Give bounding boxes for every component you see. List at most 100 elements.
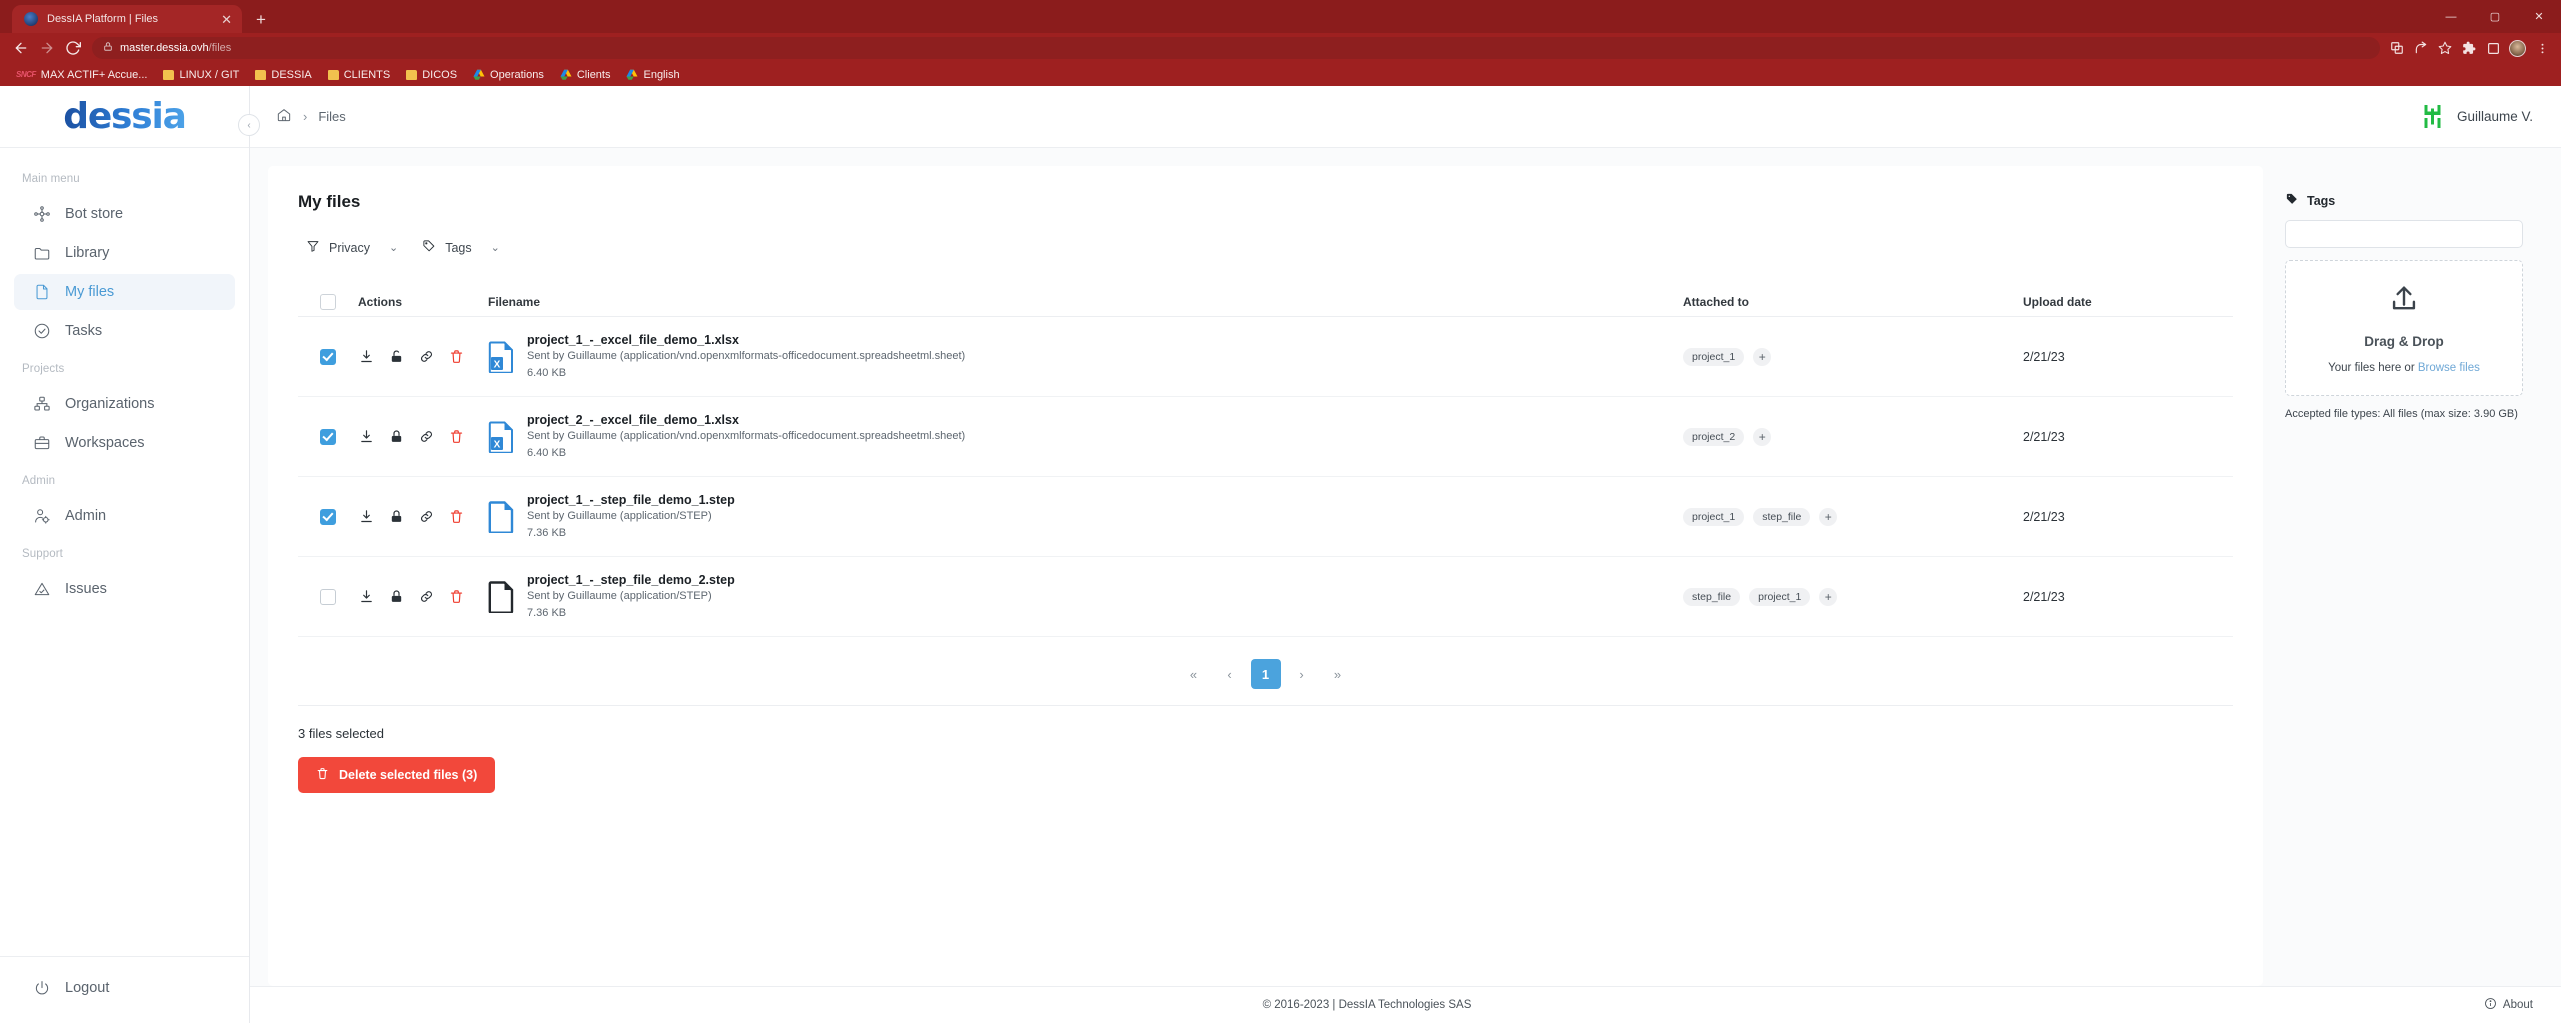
column-header-upload-date: Upload date (2023, 294, 2092, 309)
unlock-icon[interactable] (388, 348, 405, 365)
bookmark-star-icon[interactable] (2434, 37, 2456, 59)
file-name[interactable]: project_1_-_step_file_demo_2.step (527, 572, 735, 589)
tag-chip[interactable]: project_1 (1683, 347, 1745, 366)
bookmark-item[interactable]: CLIENTS (320, 67, 398, 83)
tag-chip[interactable]: step_file (1683, 587, 1741, 606)
file-name[interactable]: project_1_-_excel_file_demo_1.xlsx (527, 332, 965, 349)
pagination-prev[interactable]: ‹ (1215, 659, 1245, 689)
sidebar-item-tasks[interactable]: Tasks (14, 313, 235, 349)
link-icon[interactable] (418, 348, 435, 365)
download-icon[interactable] (358, 348, 375, 365)
delete-selected-files-button[interactable]: Delete selected files (3) (298, 757, 496, 793)
file-subtitle: Sent by Guillaume (application/STEP) (527, 510, 712, 523)
pagination-page-1[interactable]: 1 (1250, 659, 1281, 689)
tag-chip[interactable]: step_file (1753, 507, 1811, 526)
sidepanel-icon[interactable] (2482, 37, 2504, 59)
tags-filter[interactable]: Tags ⌄ (414, 234, 508, 261)
lock-icon[interactable] (388, 428, 405, 445)
select-all-checkbox[interactable] (320, 293, 336, 310)
pagination-first[interactable]: « (1179, 659, 1209, 689)
add-tag-button[interactable]: + (1753, 347, 1772, 366)
card-header: My files Privacy ⌄ Tags ⌄ Actions Filena… (268, 166, 2263, 793)
dessia-logo[interactable]: dessia (63, 96, 187, 137)
row-tags-cell: step_file project_1 + (1683, 587, 2023, 606)
window-close-button[interactable]: ✕ (2517, 0, 2561, 33)
tag-chip[interactable]: project_1 (1683, 507, 1745, 526)
breadcrumb-current[interactable]: Files (318, 109, 345, 124)
back-icon[interactable] (8, 35, 34, 61)
tag-chip[interactable]: project_1 (1749, 587, 1811, 606)
table-row[interactable]: project_1_-_step_file_demo_1.step Sent b… (298, 477, 2233, 557)
sidebar-item-issues[interactable]: Issues (14, 571, 235, 607)
link-icon[interactable] (418, 508, 435, 525)
pagination-next[interactable]: › (1287, 659, 1317, 689)
user-menu[interactable]: Guillaume V. (2420, 105, 2533, 128)
about-link[interactable]: About (2484, 997, 2533, 1013)
trash-icon[interactable] (448, 428, 465, 445)
sidebar-item-workspaces[interactable]: Workspaces (14, 425, 235, 461)
row-checkbox[interactable] (320, 508, 336, 525)
minimize-button[interactable]: — (2429, 0, 2473, 33)
add-tag-button[interactable]: + (1819, 587, 1838, 606)
table-row[interactable]: project_1_-_step_file_demo_2.step Sent b… (298, 557, 2233, 637)
trash-icon[interactable] (448, 508, 465, 525)
bookmark-item[interactable]: Operations (465, 67, 552, 83)
new-tab-button[interactable]: + (242, 10, 280, 33)
chrome-profile-avatar[interactable] (2509, 39, 2526, 57)
translate-icon[interactable] (2386, 37, 2408, 59)
table-row[interactable]: X project_2_-_excel_file_demo_1.xlsx Sen… (298, 397, 2233, 477)
add-tag-button[interactable]: + (1819, 507, 1838, 526)
bookmark-item[interactable]: DICOS (398, 67, 465, 83)
lock-icon[interactable] (388, 508, 405, 525)
sidebar-item-admin[interactable]: Admin (14, 498, 235, 534)
row-checkbox[interactable] (320, 428, 336, 445)
browse-files-link[interactable]: Browse files (2418, 362, 2480, 374)
tag-chip[interactable]: project_2 (1683, 427, 1745, 446)
pagination-last[interactable]: » (1323, 659, 1353, 689)
share-icon[interactable] (2410, 37, 2432, 59)
info-icon (2484, 997, 2497, 1013)
privacy-filter[interactable]: Privacy ⌄ (298, 234, 406, 261)
extensions-puzzle-icon[interactable] (2458, 37, 2480, 59)
bookmark-item[interactable]: Clients (552, 67, 619, 83)
tag-search-input[interactable] (2285, 220, 2523, 248)
trash-icon[interactable] (448, 348, 465, 365)
download-icon[interactable] (358, 508, 375, 525)
chrome-menu-icon[interactable] (2531, 37, 2553, 59)
download-icon[interactable] (358, 588, 375, 605)
row-select-cell (298, 588, 358, 605)
row-checkbox[interactable] (320, 588, 336, 605)
sidebar-item-logout[interactable]: Logout (14, 970, 235, 1006)
lock-icon[interactable] (388, 588, 405, 605)
folder-icon (327, 69, 339, 80)
table-row[interactable]: X project_1_-_excel_file_demo_1.xlsx Sen… (298, 317, 2233, 397)
forward-icon[interactable] (34, 35, 60, 61)
sidebar-item-organizations[interactable]: Organizations (14, 386, 235, 422)
link-icon[interactable] (418, 588, 435, 605)
file-name[interactable]: project_2_-_excel_file_demo_1.xlsx (527, 412, 965, 429)
briefcase-icon (32, 434, 51, 453)
folder-icon (163, 69, 175, 80)
add-tag-button[interactable]: + (1753, 427, 1772, 446)
maximize-button[interactable]: ▢ (2473, 0, 2517, 33)
file-dropzone[interactable]: Drag & Drop Your files here or Browse fi… (2285, 260, 2523, 396)
sidebar-item-bot-store[interactable]: Bot store (14, 196, 235, 232)
trash-icon[interactable] (448, 588, 465, 605)
file-name[interactable]: project_1_-_step_file_demo_1.step (527, 492, 735, 509)
browser-tab[interactable]: DessIA Platform | Files ✕ (12, 5, 242, 33)
close-icon[interactable]: ✕ (221, 13, 232, 26)
link-icon[interactable] (418, 428, 435, 445)
reload-icon[interactable] (60, 35, 86, 61)
sidebar-item-my-files[interactable]: My files (14, 274, 235, 310)
bookmark-item[interactable]: DESSIA (247, 67, 319, 83)
bookmark-item[interactable]: SNCF MAX ACTIF+ Accue... (8, 67, 155, 83)
row-checkbox[interactable] (320, 348, 336, 365)
bookmark-item[interactable]: LINUX / GIT (155, 67, 247, 83)
bookmark-item[interactable]: English (618, 67, 687, 83)
file-size: 6.40 KB (527, 446, 567, 459)
sidebar-collapse-button[interactable]: ‹ (238, 114, 260, 136)
sidebar-item-library[interactable]: Library (14, 235, 235, 271)
address-bar[interactable]: master.dessia.ovh/files (92, 37, 2380, 59)
download-icon[interactable] (358, 428, 375, 445)
home-icon[interactable] (276, 107, 292, 126)
